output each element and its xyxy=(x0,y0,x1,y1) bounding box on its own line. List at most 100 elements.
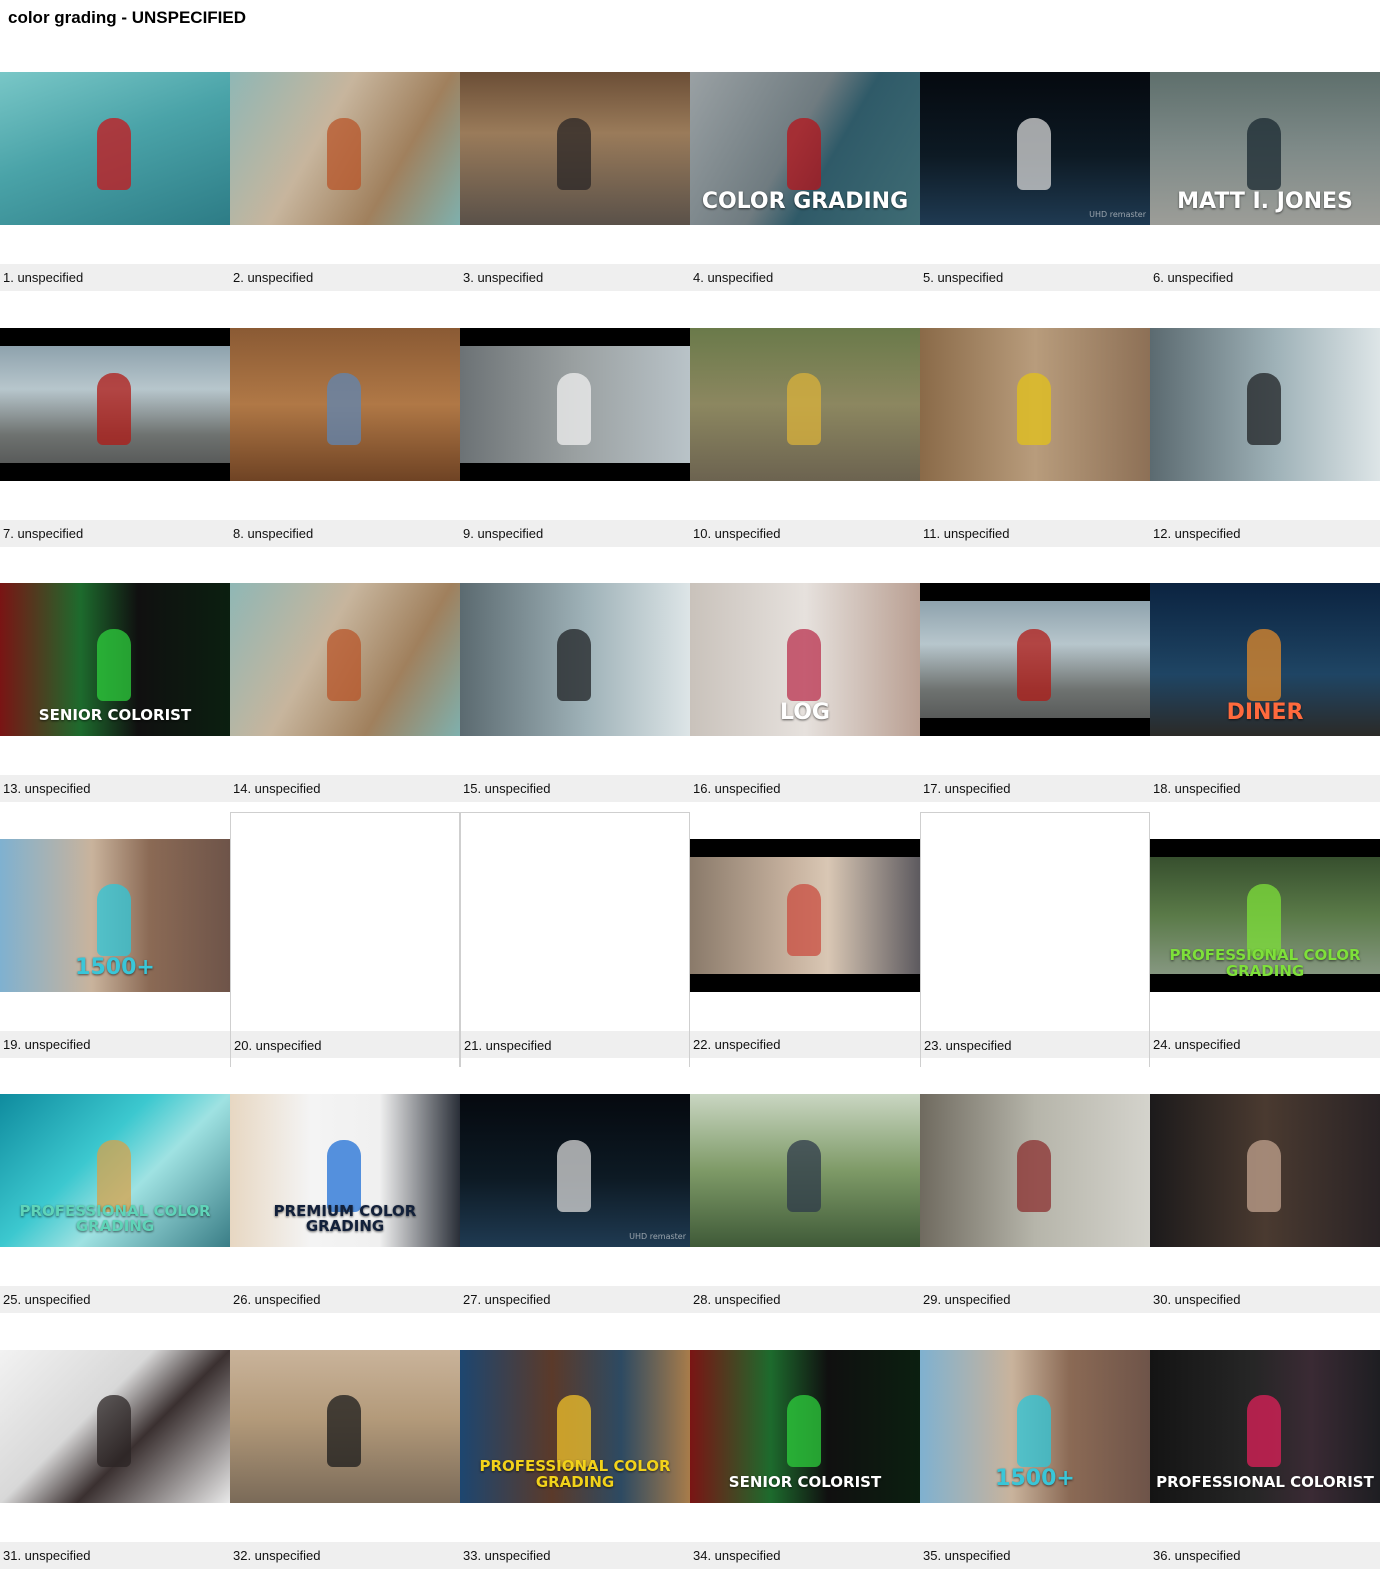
thumbnail-image[interactable]: PROFESSIONAL COLOR GRADING xyxy=(0,1094,230,1247)
tile-caption: 8. unspecified xyxy=(233,520,313,547)
thumbnail-image[interactable]: SENIOR COLORIST xyxy=(690,1350,920,1503)
subject-figure xyxy=(1247,118,1281,190)
thumbnail-image[interactable] xyxy=(0,1350,230,1503)
thumbnail-image[interactable] xyxy=(230,72,460,225)
thumbnail-image[interactable] xyxy=(1150,328,1380,481)
thumbnail-image[interactable] xyxy=(690,328,920,481)
thumbnail-overlay-text: LOG xyxy=(696,701,914,724)
result-tile[interactable]: 8. unspecified xyxy=(230,301,460,557)
thumbnail-image[interactable]: PROFESSIONAL COLORIST xyxy=(1150,1350,1380,1503)
subject-figure xyxy=(1017,629,1051,701)
tile-caption: 2. unspecified xyxy=(233,264,313,291)
tile-caption: 29. unspecified xyxy=(923,1286,1010,1313)
result-tile[interactable]: 20. unspecified xyxy=(230,812,460,1068)
result-tile[interactable]: PROFESSIONAL COLOR GRADING24. unspecifie… xyxy=(1150,812,1380,1068)
thumbnail-image[interactable] xyxy=(920,583,1150,736)
thumbnail-image[interactable]: LOG xyxy=(690,583,920,736)
subject-figure xyxy=(97,1395,131,1467)
result-tile[interactable]: 1. unspecified xyxy=(0,45,230,301)
result-tile[interactable]: PROFESSIONAL COLORIST36. unspecified xyxy=(1150,1323,1380,1578)
subject-figure xyxy=(787,884,821,956)
result-tile[interactable]: 11. unspecified xyxy=(920,301,1150,557)
result-tile[interactable]: PROFESSIONAL COLOR GRADING25. unspecifie… xyxy=(0,1067,230,1323)
result-tile[interactable]: 10. unspecified xyxy=(690,301,920,557)
result-tile[interactable]: 28. unspecified xyxy=(690,1067,920,1323)
thumbnail-image[interactable]: MATT I. JONES xyxy=(1150,72,1380,225)
subject-figure xyxy=(97,629,131,701)
result-tile[interactable]: 1500+35. unspecified xyxy=(920,1323,1150,1578)
tile-caption: 21. unspecified xyxy=(464,1032,551,1059)
result-tile[interactable]: 9. unspecified xyxy=(460,301,690,557)
thumbnail-image[interactable] xyxy=(460,72,690,225)
thumbnail-image[interactable] xyxy=(1150,1094,1380,1247)
thumbnail-image[interactable] xyxy=(460,328,690,481)
thumbnail-image[interactable]: UHD remaster xyxy=(460,1094,690,1247)
result-tile[interactable]: SENIOR COLORIST13. unspecified xyxy=(0,556,230,812)
result-tile[interactable]: 22. unspecified xyxy=(690,812,920,1068)
result-tile[interactable]: 3. unspecified xyxy=(460,45,690,301)
tile-caption: 10. unspecified xyxy=(693,520,780,547)
subject-figure xyxy=(1247,1395,1281,1467)
subject-figure xyxy=(787,1140,821,1212)
letterbox-bar xyxy=(0,328,230,346)
thumbnail-image[interactable]: PREMIUM COLOR GRADING xyxy=(230,1094,460,1247)
thumbnail-subtext: UHD remaster xyxy=(1089,211,1146,219)
result-tile[interactable]: 14. unspecified xyxy=(230,556,460,812)
thumbnail-image[interactable]: SENIOR COLORIST xyxy=(0,583,230,736)
thumbnail-image[interactable]: 1500+ xyxy=(0,839,230,992)
thumbnail-image[interactable]: COLOR GRADING xyxy=(690,72,920,225)
result-tile[interactable]: UHD remaster27. unspecified xyxy=(460,1067,690,1323)
thumbnail-image[interactable]: DINER xyxy=(1150,583,1380,736)
subject-figure xyxy=(557,373,591,445)
result-tile[interactable]: 12. unspecified xyxy=(1150,301,1380,557)
tile-caption: 19. unspecified xyxy=(3,1031,90,1058)
result-tile[interactable]: DINER18. unspecified xyxy=(1150,556,1380,812)
result-tile[interactable]: 17. unspecified xyxy=(920,556,1150,812)
result-tile[interactable]: LOG16. unspecified xyxy=(690,556,920,812)
grid-row: 1. unspecified2. unspecified 3. unspecifi… xyxy=(0,45,1380,301)
thumbnail-overlay-text: MATT I. JONES xyxy=(1156,190,1374,213)
result-tile[interactable]: PROFESSIONAL COLOR GRADING33. unspecifie… xyxy=(460,1323,690,1578)
thumbnail-image[interactable] xyxy=(690,839,920,992)
subject-figure xyxy=(1017,118,1051,190)
tile-caption: 22. unspecified xyxy=(693,1031,780,1058)
thumbnail-image[interactable]: 1500+ xyxy=(920,1350,1150,1503)
result-tile[interactable]: 32. unspecified xyxy=(230,1323,460,1578)
thumbnail-image[interactable] xyxy=(230,583,460,736)
letterbox-bar xyxy=(690,839,920,857)
grid-row: 1500+ 19. unspecified 20. unspecified21. u… xyxy=(0,812,1380,1068)
thumbnail-image[interactable] xyxy=(690,1094,920,1247)
result-tile[interactable]: SENIOR COLORIST34. unspecified xyxy=(690,1323,920,1578)
tile-caption: 3. unspecified xyxy=(463,264,543,291)
result-tile[interactable]: UHD remaster 5. unspecified xyxy=(920,45,1150,301)
thumbnail-image[interactable] xyxy=(920,328,1150,481)
result-tile[interactable]: MATT I. JONES6. unspecified xyxy=(1150,45,1380,301)
result-tile[interactable]: 1500+ 19. unspecified xyxy=(0,812,230,1068)
result-tile[interactable]: 31. unspecified xyxy=(0,1323,230,1578)
subject-figure xyxy=(97,373,131,445)
tile-caption: 5. unspecified xyxy=(923,264,1003,291)
result-tile[interactable]: PREMIUM COLOR GRADING26. unspecified xyxy=(230,1067,460,1323)
thumbnail-image[interactable]: PROFESSIONAL COLOR GRADING xyxy=(1150,839,1380,992)
thumbnail-image[interactable] xyxy=(920,1094,1150,1247)
thumbnail-image[interactable]: PROFESSIONAL COLOR GRADING xyxy=(460,1350,690,1503)
thumbnail-image[interactable] xyxy=(460,583,690,736)
result-tile[interactable]: 7. unspecified xyxy=(0,301,230,557)
result-tile[interactable]: 15. unspecified xyxy=(460,556,690,812)
result-tile[interactable]: 30. unspecified xyxy=(1150,1067,1380,1323)
thumbnail-image[interactable]: UHD remaster xyxy=(920,72,1150,225)
result-tile[interactable]: 23. unspecified xyxy=(920,812,1150,1068)
thumbnail-image[interactable] xyxy=(0,328,230,481)
thumbnail-image[interactable] xyxy=(0,72,230,225)
result-tile[interactable]: 21. unspecified xyxy=(460,812,690,1068)
result-tile[interactable]: 29. unspecified xyxy=(920,1067,1150,1323)
thumbnail-overlay-text: PROFESSIONAL COLORIST xyxy=(1156,1475,1374,1491)
thumbnail-image[interactable] xyxy=(230,1350,460,1503)
result-tile[interactable]: COLOR GRADING4. unspecified xyxy=(690,45,920,301)
result-tile[interactable]: 2. unspecified xyxy=(230,45,460,301)
thumbnail-overlay-text: 1500+ xyxy=(926,1467,1144,1490)
results-grid: 1. unspecified2. unspecified 3. unspecifi… xyxy=(0,45,1380,1578)
grid-row: SENIOR COLORIST13. unspecified14. unspec… xyxy=(0,556,1380,812)
thumbnail-image[interactable] xyxy=(230,328,460,481)
tile-caption: 28. unspecified xyxy=(693,1286,780,1313)
